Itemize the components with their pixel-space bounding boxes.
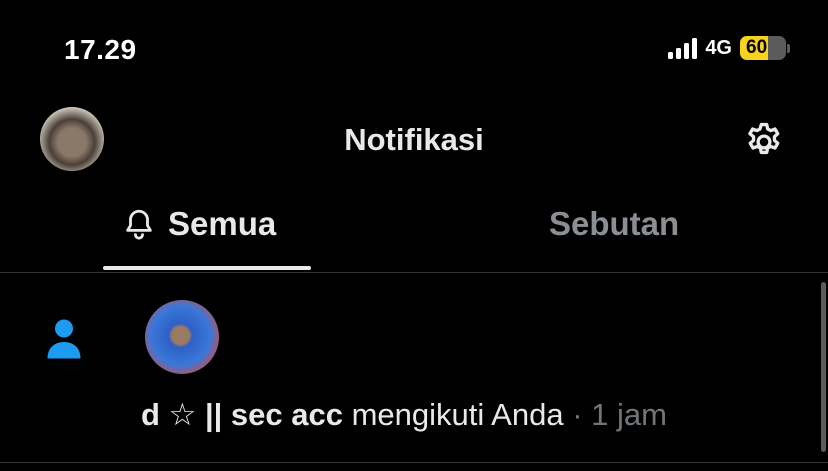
follower-name[interactable]: d ☆ || sec acc [141,397,343,432]
page-title: Notifikasi [344,122,484,157]
notification-time: 1 jam [591,397,667,432]
tab-all[interactable]: Semua [122,205,276,243]
status-time: 17.29 [64,34,137,65]
settings-gear-icon[interactable] [742,120,786,164]
follower-avatar[interactable] [145,300,219,374]
tabs-divider [0,272,828,273]
tab-all-label: Semua [168,205,277,242]
battery-level: 60 [746,37,768,58]
tab-mentions-label: Sebutan [549,205,680,242]
notification-divider [0,462,828,463]
person-icon [47,319,81,359]
active-tab-indicator [103,266,311,270]
bell-icon [126,209,152,240]
scrollbar[interactable] [821,282,826,452]
network-type: 4G [705,36,732,59]
notification-text: d ☆ || sec acc mengikuti Anda · 1 jam [141,397,667,433]
notification-action: mengikuti Anda [351,397,564,432]
status-indicators: 4G 60 [668,36,790,60]
tab-mentions[interactable]: Sebutan [549,205,679,243]
notification-separator: · [572,397,583,432]
signal-icon [668,37,698,59]
battery-icon: 60 [740,36,790,60]
